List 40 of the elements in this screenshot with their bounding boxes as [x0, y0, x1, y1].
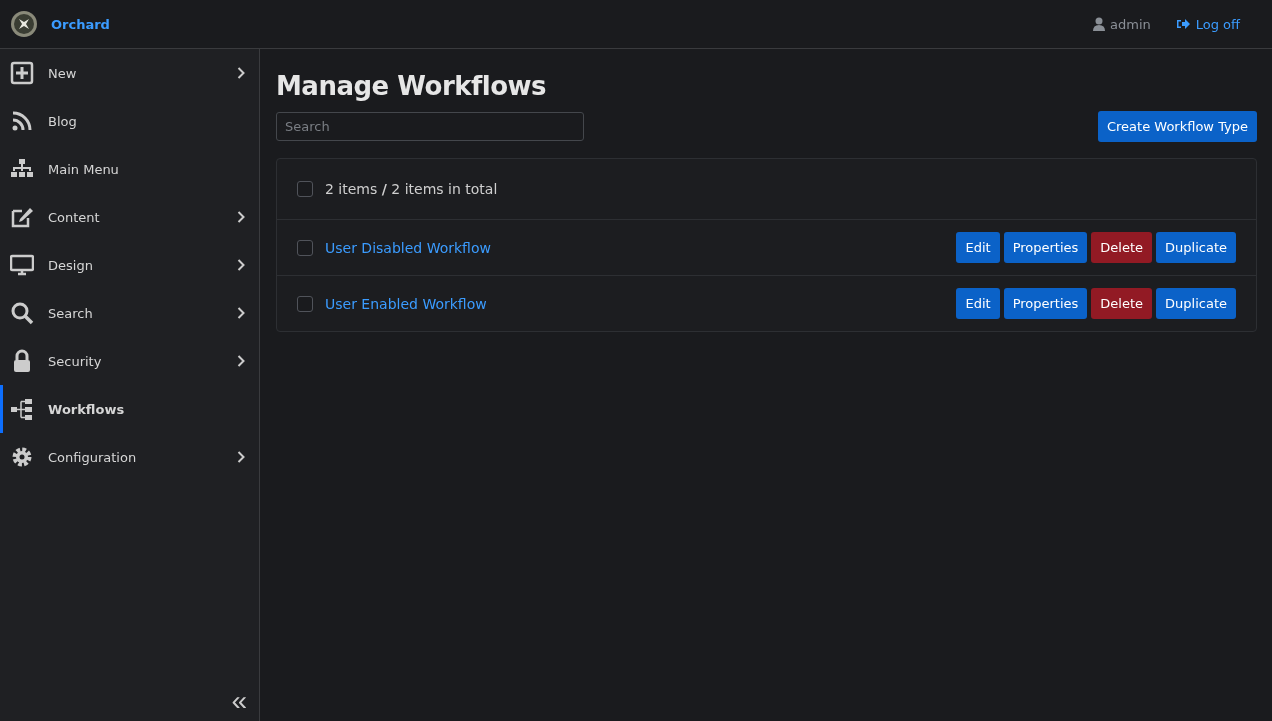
user-icon [1093, 17, 1105, 31]
edit-icon [10, 205, 34, 229]
brand-link[interactable]: Orchard [51, 16, 110, 32]
delete-button[interactable]: Delete [1091, 232, 1153, 263]
monitor-icon [10, 253, 34, 277]
sidebar-item[interactable]: Configuration [0, 433, 259, 481]
action-button[interactable]: Duplicate [1156, 232, 1236, 263]
plus-square-icon [10, 61, 34, 85]
search-field[interactable]: Search [276, 112, 584, 141]
row-checkbox[interactable] [297, 239, 313, 256]
select-all-checkbox[interactable] [297, 181, 313, 197]
search-icon [10, 301, 34, 325]
action-button[interactable]: Edit [956, 288, 1000, 319]
sidebar-item[interactable]: Content [0, 193, 259, 241]
sidebar-item[interactable]: Search [0, 289, 259, 337]
sidebar-item[interactable]: Security [0, 337, 259, 385]
sidebar-item[interactable]: Design [0, 241, 259, 289]
settings-icon [10, 445, 34, 469]
page-title: Manage Workflows [276, 71, 548, 101]
action-button[interactable]: Properties [1003, 288, 1088, 319]
sidebar-item[interactable]: New [0, 49, 259, 97]
row-checkbox[interactable] [297, 295, 313, 312]
workflow-link[interactable]: User Disabled Workflow [325, 239, 945, 256]
action-button[interactable]: Properties [1003, 232, 1088, 263]
action-button[interactable]: Duplicate [1156, 288, 1236, 319]
collapse-sidebar-button[interactable]: « [231, 687, 247, 715]
delete-button[interactable]: Delete [1091, 288, 1153, 319]
sidebar-item[interactable]: Workflows [0, 385, 259, 433]
sidebar-item[interactable]: Main Menu [0, 145, 259, 193]
create-workflow-type-button[interactable]: Create Workflow Type [1098, 111, 1257, 142]
logoff-link[interactable]: Log off [1175, 16, 1240, 32]
logo-icon [10, 10, 38, 38]
workflow-link[interactable]: User Enabled Workflow [325, 295, 945, 312]
action-button[interactable]: Edit [956, 232, 1000, 263]
sidebar-item[interactable]: Blog [0, 97, 259, 145]
rss-icon [10, 109, 34, 133]
logout-icon [1175, 18, 1190, 30]
item-count: 2 items / 2 items in total [325, 181, 498, 197]
workflow-icon [10, 397, 34, 421]
username: admin [1110, 16, 1151, 32]
